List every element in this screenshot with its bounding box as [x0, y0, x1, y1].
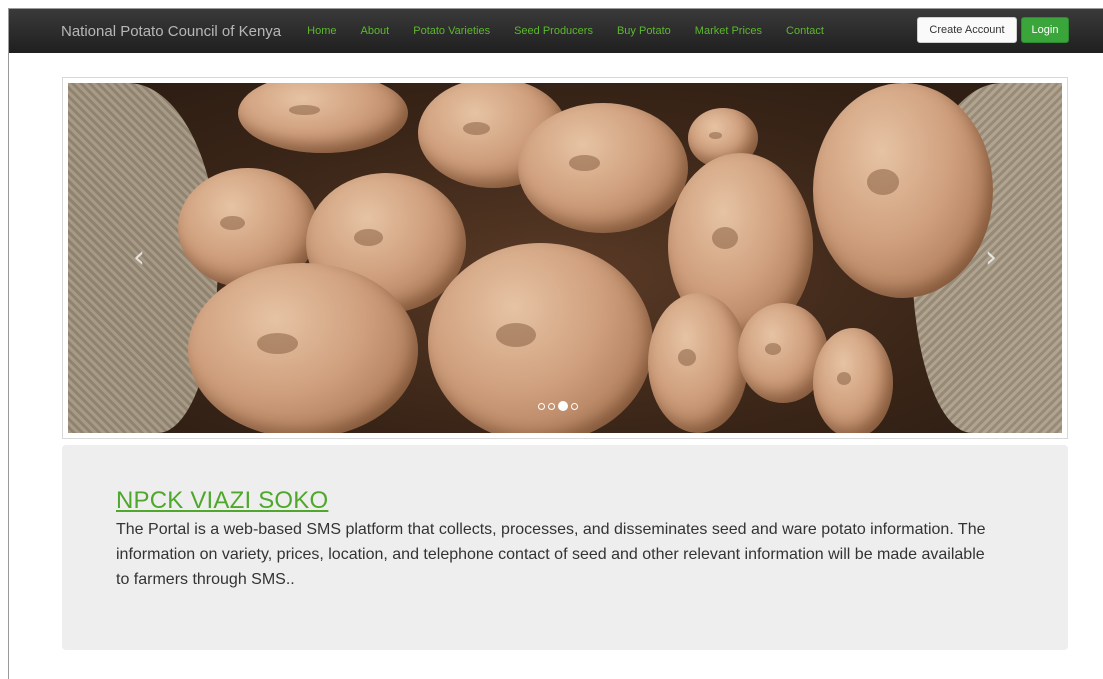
create-account-button[interactable]: Create Account: [917, 17, 1017, 43]
carousel-slide-potatoes-image: ‹ ›: [68, 83, 1062, 433]
intro-panel: NPCK VIAZI SOKO The Portal is a web-base…: [62, 445, 1068, 650]
nav-link-contact[interactable]: Contact: [786, 25, 824, 37]
carousel-indicator-2[interactable]: [548, 402, 555, 410]
carousel-indicators: [538, 401, 578, 411]
nav-link-potato-varieties[interactable]: Potato Varieties: [413, 25, 490, 37]
intro-title-link[interactable]: NPCK VIAZI SOKO: [116, 487, 328, 515]
chevron-right-icon[interactable]: ›: [980, 243, 1002, 273]
potato: [238, 83, 408, 153]
nav-link-market-prices[interactable]: Market Prices: [695, 25, 762, 37]
carousel-indicator-1[interactable]: [538, 402, 545, 410]
nav-link-about[interactable]: About: [360, 25, 389, 37]
intro-description: The Portal is a web-based SMS platform t…: [116, 521, 986, 588]
potato: [813, 83, 993, 298]
potato: [518, 103, 688, 233]
chevron-left-icon[interactable]: ‹: [128, 243, 150, 273]
nav-link-buy-potato[interactable]: Buy Potato: [617, 25, 671, 37]
browser-page: National Potato Council of Kenya Home Ab…: [8, 8, 1103, 679]
carousel-indicator-4[interactable]: [571, 402, 578, 410]
site-brand[interactable]: National Potato Council of Kenya: [61, 23, 281, 40]
image-carousel: ‹ ›: [62, 77, 1068, 439]
login-button[interactable]: Login: [1021, 17, 1069, 43]
potato: [648, 293, 748, 433]
carousel-indicator-3[interactable]: [558, 401, 568, 411]
navbar: National Potato Council of Kenya Home Ab…: [9, 9, 1103, 53]
potato: [188, 263, 418, 433]
nav-actions: Create Account Login: [917, 17, 1069, 43]
nav-links: Home About Potato Varieties Seed Produce…: [295, 25, 836, 37]
nav-link-seed-producers[interactable]: Seed Producers: [514, 25, 593, 37]
potato: [813, 328, 893, 433]
nav-link-home[interactable]: Home: [307, 25, 336, 37]
